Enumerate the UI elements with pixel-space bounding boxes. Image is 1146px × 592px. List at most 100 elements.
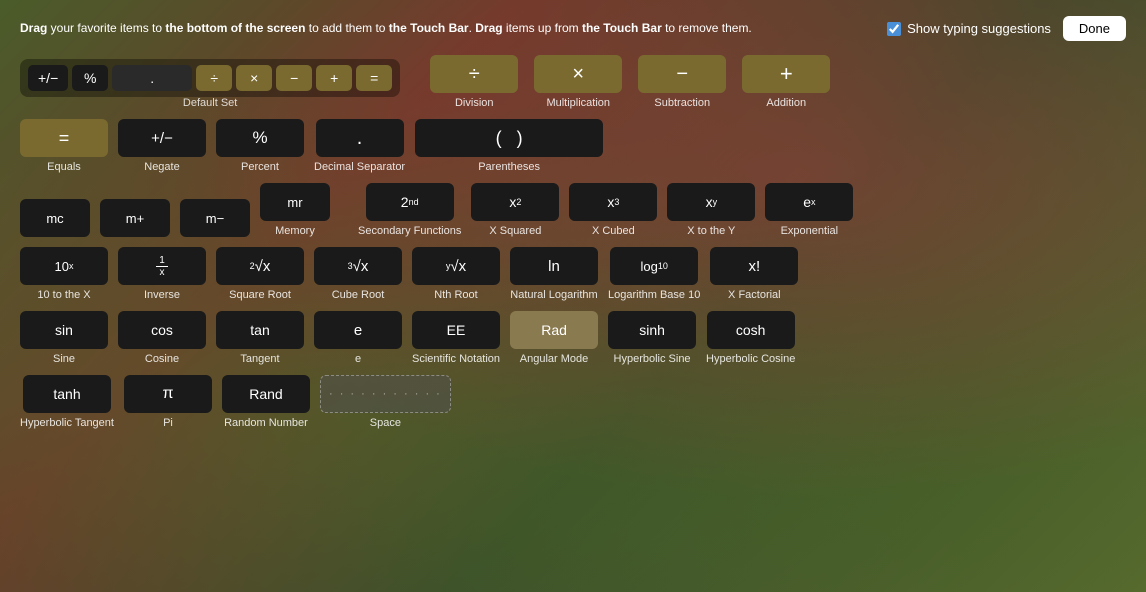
tan-label: Tangent — [240, 353, 279, 365]
mr-item: mr Memory — [260, 183, 330, 237]
rad-item: Rad Angular Mode — [510, 311, 598, 365]
secondary-functions-button[interactable]: 2nd — [366, 183, 454, 221]
exponential-item: ex Exponential — [765, 183, 853, 237]
top-bar: Drag your favorite items to the bottom o… — [20, 16, 1126, 41]
row6: tanh Hyperbolic Tangent π Pi Rand Random… — [20, 375, 1126, 429]
ds-add-button[interactable]: + — [316, 65, 352, 91]
ds-decimal-button[interactable]: . — [112, 65, 192, 91]
multiplication-label: Multiplication — [546, 97, 610, 109]
addition-label: Addition — [766, 97, 806, 109]
division-item: ÷ Division — [430, 55, 518, 109]
cos-button[interactable]: cos — [118, 311, 206, 349]
x-cubed-button[interactable]: x3 — [569, 183, 657, 221]
multiplication-button[interactable]: × — [534, 55, 622, 93]
sin-item: sin Sine — [20, 311, 108, 365]
percent-label: Percent — [241, 161, 279, 173]
decimal-button[interactable]: . — [316, 119, 404, 157]
cos-label: Cosine — [145, 353, 179, 365]
done-button[interactable]: Done — [1063, 16, 1126, 41]
pi-button[interactable]: π — [124, 375, 212, 413]
rad-button[interactable]: Rad — [510, 311, 598, 349]
log10-label: Logarithm Base 10 — [608, 289, 700, 301]
tan-button[interactable]: tan — [216, 311, 304, 349]
sinh-button[interactable]: sinh — [608, 311, 696, 349]
inverse-button[interactable]: 1 x — [118, 247, 206, 285]
ee-button[interactable]: EE — [412, 311, 500, 349]
ee-item: EE Scientific Notation — [412, 311, 500, 365]
percent-button[interactable]: % — [216, 119, 304, 157]
e-item: e e — [314, 311, 402, 365]
secondary-functions-label: Secondary Functions — [358, 225, 461, 237]
subtraction-button[interactable]: − — [638, 55, 726, 93]
x-factorial-label: X Factorial — [728, 289, 781, 301]
e-label: e — [355, 353, 361, 365]
cube-root-item: 3√x Cube Root — [314, 247, 402, 301]
show-typing-suggestions-checkbox[interactable] — [887, 22, 901, 36]
mc-button[interactable]: mc — [20, 199, 90, 237]
mplus-button[interactable]: m+ — [100, 199, 170, 237]
cosh-button[interactable]: cosh — [707, 311, 795, 349]
negate-button[interactable]: +/− — [118, 119, 206, 157]
division-button[interactable]: ÷ — [430, 55, 518, 93]
mplus-item: m+ — [100, 199, 170, 237]
x-squared-label: X Squared — [489, 225, 541, 237]
decimal-item: . Decimal Separator — [314, 119, 405, 173]
equals-button[interactable]: = — [20, 119, 108, 157]
mminus-button[interactable]: m− — [180, 199, 250, 237]
inverse-item: 1 x Inverse — [118, 247, 206, 301]
mr-button[interactable]: mr — [260, 183, 330, 221]
ds-subtract-button[interactable]: − — [276, 65, 312, 91]
ds-equals-button[interactable]: = — [356, 65, 392, 91]
nth-root-item: y√x Nth Root — [412, 247, 500, 301]
pi-item: π Pi — [124, 375, 212, 429]
x-to-y-label: X to the Y — [687, 225, 735, 237]
cosh-label: Hyperbolic Cosine — [706, 353, 795, 365]
ten-to-x-button[interactable]: 10x — [20, 247, 108, 285]
e-button[interactable]: e — [314, 311, 402, 349]
tanh-button[interactable]: tanh — [23, 375, 111, 413]
x-cubed-label: X Cubed — [592, 225, 635, 237]
x-to-y-button[interactable]: xy — [667, 183, 755, 221]
space-item: · · · · · · · · · · · Space — [320, 375, 451, 429]
multiplication-item: × Multiplication — [534, 55, 622, 109]
subtraction-label: Subtraction — [654, 97, 710, 109]
equals-item: = Equals — [20, 119, 108, 173]
rand-label: Random Number — [224, 417, 308, 429]
natural-log-item: ln Natural Logarithm — [510, 247, 598, 301]
sin-label: Sine — [53, 353, 75, 365]
log10-item: log10 Logarithm Base 10 — [608, 247, 700, 301]
cube-root-label: Cube Root — [332, 289, 385, 301]
ds-multiply-button[interactable]: × — [236, 65, 272, 91]
ds-percent-button[interactable]: % — [72, 65, 108, 91]
nth-root-button[interactable]: y√x — [412, 247, 500, 285]
rand-button[interactable]: Rand — [222, 375, 310, 413]
ee-label: Scientific Notation — [412, 353, 500, 365]
ds-divide-button[interactable]: ÷ — [196, 65, 232, 91]
natural-log-button[interactable]: ln — [510, 247, 598, 285]
exponential-button[interactable]: ex — [765, 183, 853, 221]
ds-negate-button[interactable]: +/− — [28, 65, 68, 91]
x-to-y-item: xy X to the Y — [667, 183, 755, 237]
sinh-item: sinh Hyperbolic Sine — [608, 311, 696, 365]
cosh-item: cosh Hyperbolic Cosine — [706, 311, 795, 365]
negate-label: Negate — [144, 161, 179, 173]
row4: 10x 10 to the X 1 x Inverse 2√x Square R… — [20, 247, 1126, 301]
cos-item: cos Cosine — [118, 311, 206, 365]
cube-root-button[interactable]: 3√x — [314, 247, 402, 285]
parentheses-button[interactable]: ( ) — [415, 119, 603, 157]
x-squared-button[interactable]: x2 — [471, 183, 559, 221]
addition-button[interactable]: + — [742, 55, 830, 93]
space-button[interactable]: · · · · · · · · · · · — [320, 375, 451, 413]
default-set-label: Default Set — [20, 97, 400, 109]
x-factorial-button[interactable]: x! — [710, 247, 798, 285]
division-label: Division — [455, 97, 494, 109]
square-root-button[interactable]: 2√x — [216, 247, 304, 285]
decimal-label: Decimal Separator — [314, 161, 405, 173]
pi-label: Pi — [163, 417, 173, 429]
sinh-label: Hyperbolic Sine — [614, 353, 691, 365]
show-typing-suggestions-label[interactable]: Show typing suggestions — [887, 21, 1051, 36]
log10-button[interactable]: log10 — [610, 247, 698, 285]
sin-button[interactable]: sin — [20, 311, 108, 349]
natural-log-label: Natural Logarithm — [510, 289, 597, 301]
addition-item: + Addition — [742, 55, 830, 109]
